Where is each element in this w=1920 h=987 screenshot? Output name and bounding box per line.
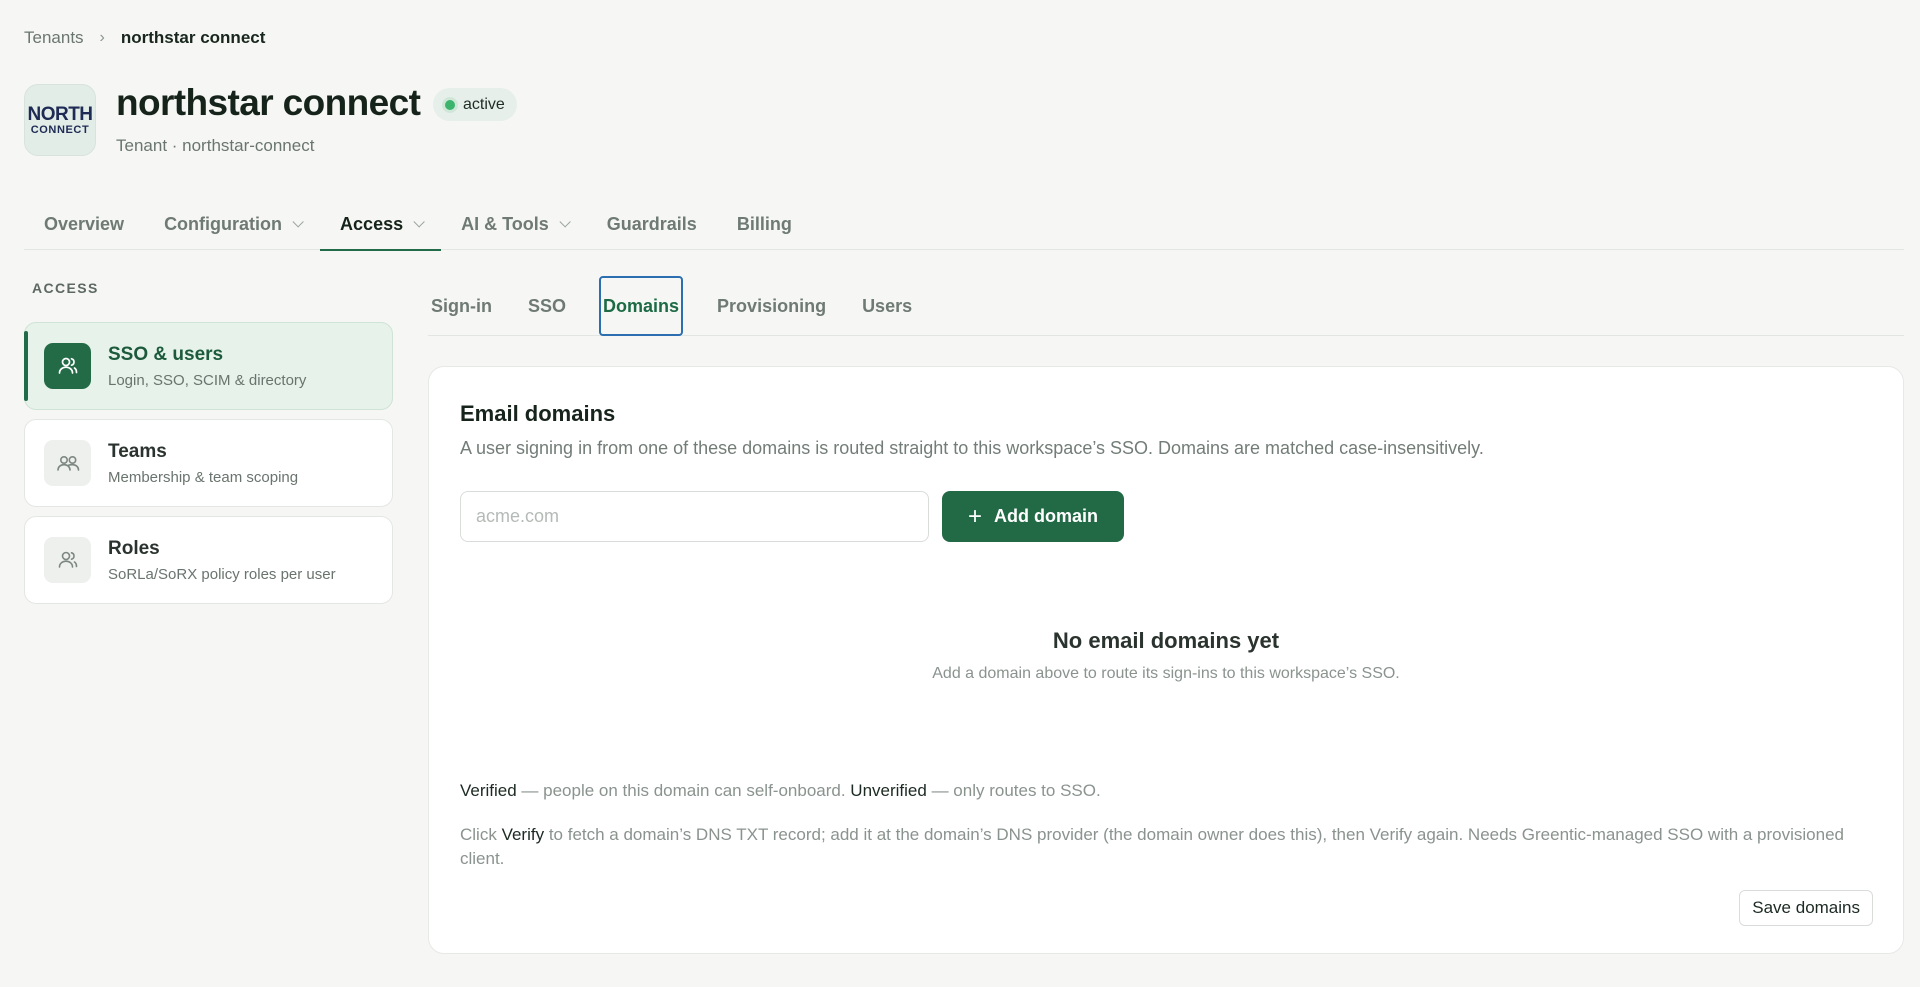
sidebar-item-title: SSO & users [108, 343, 224, 365]
sidebar-item-desc: SoRLa/SoRX policy roles per user [108, 565, 336, 583]
tab-label: Billing [736, 213, 792, 234]
add-domain-button[interactable]: + Add domain [942, 491, 1124, 542]
legend-verified-text: — people on this domain can self-onboard… [516, 781, 851, 800]
team-icon [44, 440, 91, 486]
tab-label: Guardrails [606, 213, 697, 234]
page-title: northstar connect [116, 82, 421, 123]
tab-guardrails[interactable]: Guardrails [587, 198, 717, 250]
tab-configuration[interactable]: Configuration [144, 198, 320, 250]
tab-overview[interactable]: Overview [24, 198, 144, 250]
sidebar-item-teams[interactable]: Teams Membership & team scoping [24, 419, 393, 507]
plus-icon: + [967, 502, 982, 530]
add-domain-label: Add domain [994, 506, 1098, 526]
sidebar-item-title: Teams [108, 440, 167, 462]
email-domains-panel: Email domains A user signing in from one… [428, 366, 1904, 954]
page-subtitle: Tenant · northstar-connect [116, 136, 315, 155]
verify-help-text: Click Verify to fetch a domain’s DNS TXT… [460, 823, 1860, 871]
sidebar-item-title: Roles [108, 537, 160, 559]
sidebar-item-desc: Membership & team scoping [108, 468, 299, 486]
tab-label: Access [340, 213, 404, 234]
subtab-sso[interactable]: SSO [525, 276, 580, 336]
breadcrumb-separator-icon: › [99, 29, 105, 46]
status-badge: active [433, 88, 517, 121]
domain-input[interactable] [460, 491, 929, 542]
tab-ai-tools[interactable]: AI & Tools [441, 198, 587, 250]
sub-tabs: Sign-in SSO Domains Provisioning Users [428, 276, 1904, 336]
subtab-sign-in[interactable]: Sign-in [428, 276, 506, 336]
chevron-down-icon [413, 216, 425, 228]
status-badge-label: active [463, 95, 505, 113]
status-dot-icon [445, 99, 455, 110]
subtab-users[interactable]: Users [859, 276, 926, 336]
help-pre: Click [460, 825, 502, 844]
legend-unverified-text: — only routes to SSO. [926, 781, 1101, 800]
chevron-down-icon [559, 216, 571, 228]
tab-label: Overview [44, 213, 125, 234]
subtab-domains[interactable]: Domains [599, 276, 684, 336]
sidebar-item-roles[interactable]: Roles SoRLa/SoRX policy roles per user [24, 516, 393, 604]
sidebar-heading: ACCESS [32, 280, 99, 296]
user-role-icon [44, 537, 91, 583]
legend-verified-term: Verified [460, 781, 517, 800]
tab-label: Configuration [164, 213, 283, 234]
chevron-down-icon [292, 216, 304, 228]
empty-state-description: Add a domain above to route its sign-ins… [932, 665, 1400, 682]
logo-text-line1: NORTH [27, 103, 93, 125]
sidebar-item-sso-users[interactable]: SSO & users Login, SSO, SCIM & directory [24, 322, 393, 410]
panel-title: Email domains [460, 401, 616, 426]
tenant-logo: NORTH CONNECT [24, 84, 96, 156]
main-tabs: Overview Configuration Access AI & Tools… [24, 198, 1904, 251]
breadcrumb-current: northstar connect [120, 28, 266, 47]
tab-billing[interactable]: Billing [717, 198, 812, 250]
help-verify-term: Verify [501, 825, 545, 844]
users-icon [44, 343, 91, 389]
sidebar-item-desc: Login, SSO, SCIM & directory [108, 371, 307, 389]
breadcrumb-tenants-link[interactable]: Tenants [24, 28, 84, 48]
logo-text-line2: CONNECT [30, 123, 90, 136]
help-post: to fetch a domain’s DNS TXT record; add … [460, 825, 1845, 868]
tab-label: AI & Tools [461, 213, 549, 234]
subtab-provisioning[interactable]: Provisioning [714, 276, 840, 336]
tab-access[interactable]: Access [320, 198, 442, 251]
verification-legend: Verified — people on this domain can sel… [460, 781, 1101, 801]
breadcrumb: Tenants › northstar connect [24, 28, 265, 48]
empty-state-title: No email domains yet [1052, 628, 1280, 653]
legend-unverified-term: Unverified [850, 781, 927, 800]
panel-description: A user signing in from one of these doma… [460, 438, 1484, 458]
save-domains-button[interactable]: Save domains [1739, 890, 1873, 926]
